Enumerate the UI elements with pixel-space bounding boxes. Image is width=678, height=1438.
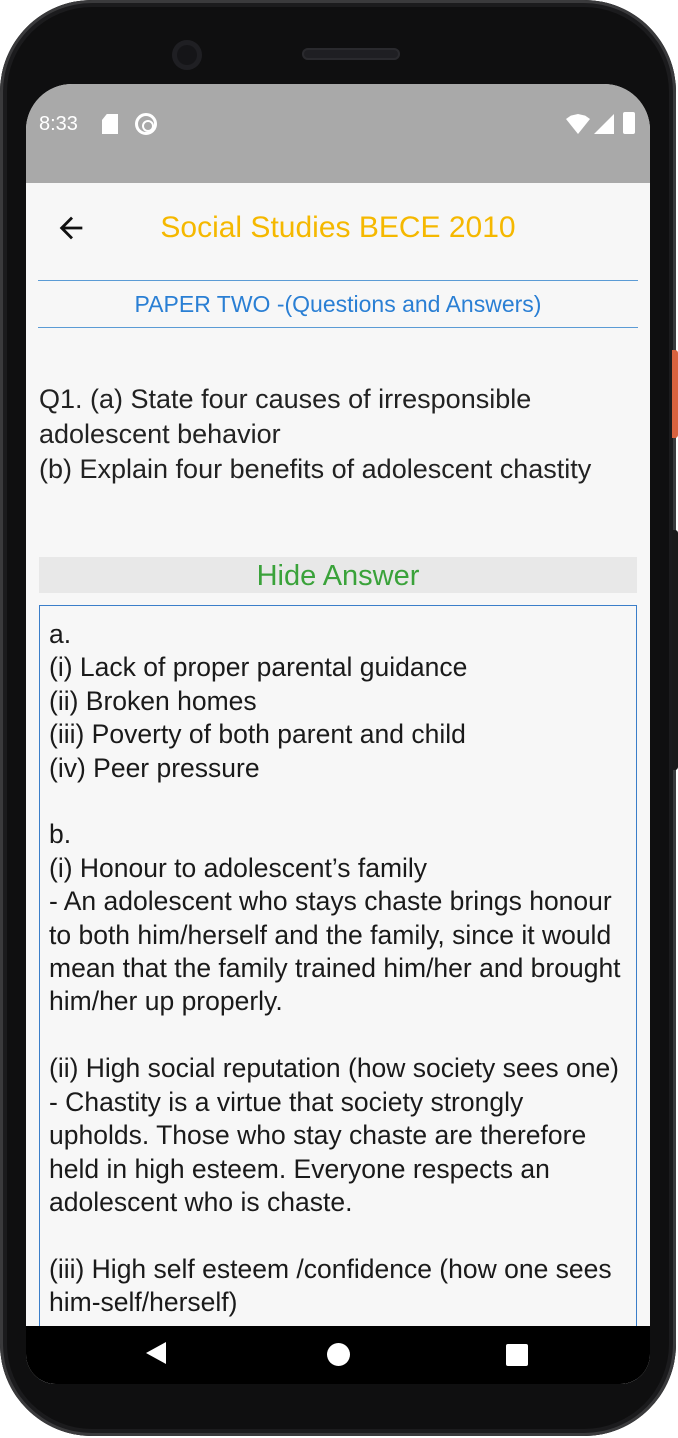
nav-back-icon[interactable] xyxy=(146,1342,166,1364)
signal-icon xyxy=(594,114,614,134)
wifi-icon xyxy=(566,114,590,134)
answer-panel[interactable]: a. (i) Lack of proper parental guidance … xyxy=(39,605,637,1384)
battery-icon xyxy=(623,112,635,134)
app-bar: Social Studies BECE 2010 xyxy=(26,183,650,273)
screen: 8:33 Social Studies BECE 2010 PAPER TWO … xyxy=(26,84,650,1384)
answer-text: a. (i) Lack of proper parental guidance … xyxy=(49,619,621,1318)
question-text: Q1. (a) State four causes of irresponsib… xyxy=(39,384,592,484)
status-bar: 8:33 xyxy=(26,84,650,183)
sd-card-icon xyxy=(102,114,118,134)
paper-subtitle: PAPER TWO -(Questions and Answers) xyxy=(38,280,638,328)
sync-icon xyxy=(135,113,157,135)
front-camera xyxy=(172,40,202,70)
nav-recents-icon[interactable] xyxy=(506,1344,528,1366)
power-button xyxy=(672,350,678,438)
page-title: Social Studies BECE 2010 xyxy=(160,211,516,244)
hide-answer-button[interactable]: Hide Answer xyxy=(39,557,637,593)
navigation-bar xyxy=(26,1326,650,1384)
volume-button xyxy=(672,530,678,770)
status-time: 8:33 xyxy=(39,113,78,135)
phone-frame: 8:33 Social Studies BECE 2010 PAPER TWO … xyxy=(0,0,676,1436)
nav-home-icon[interactable] xyxy=(327,1343,350,1366)
earpiece-speaker xyxy=(302,48,400,60)
